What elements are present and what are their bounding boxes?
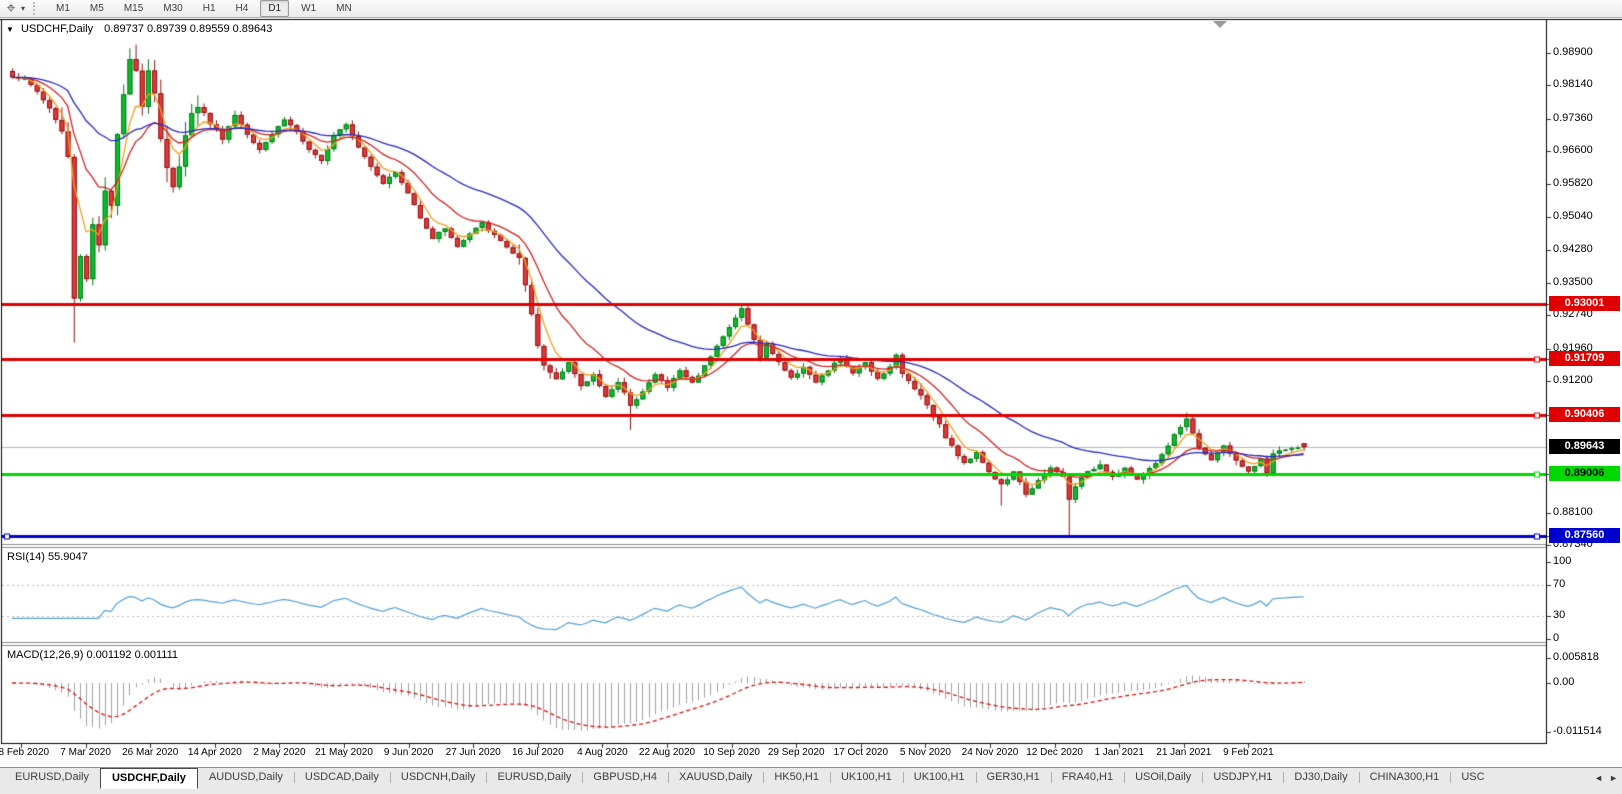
chart-tab-eurusd-daily[interactable]: EURUSD,Daily bbox=[486, 768, 582, 787]
rsi-indicator-label: RSI(14) 55.9047 bbox=[7, 551, 88, 563]
chart-tab-hk50-h1[interactable]: HK50,H1 bbox=[763, 768, 830, 787]
timeframe-toolbar: ⌖ ▾ M1 M5 M15 M30 H1 H4 D1 W1 MN bbox=[0, 0, 1622, 18]
price-line-label[interactable]: 0.90406 bbox=[1549, 407, 1620, 422]
chart-tab-gbpusd-h4[interactable]: GBPUSD,H4 bbox=[582, 768, 668, 787]
price-line-label[interactable]: 0.91709 bbox=[1549, 351, 1620, 366]
price-axis-tick: 0.95820 bbox=[1553, 177, 1593, 189]
chart-tab-usdcad-daily[interactable]: USDCAD,Daily bbox=[293, 768, 390, 787]
date-axis-label: 5 Nov 2020 bbox=[899, 747, 951, 758]
price-line-label[interactable]: 0.89006 bbox=[1549, 466, 1620, 481]
chart-tab-bar: EURUSD,Daily USDCHF,Daily AUDUSD,Daily USDC… bbox=[0, 767, 1622, 794]
date-axis-label: 22 Aug 2020 bbox=[638, 747, 696, 758]
date-axis-label: 16 Jul 2020 bbox=[511, 747, 564, 758]
chart-tab-dj30-daily[interactable]: DJ30,Daily bbox=[1283, 768, 1358, 787]
macd-axis-tick: 0.00 bbox=[1553, 676, 1575, 688]
date-axis-label: 7 Mar 2020 bbox=[60, 747, 111, 758]
date-axis-label: 17 Oct 2020 bbox=[833, 747, 889, 758]
chart-canvas[interactable] bbox=[0, 0, 1622, 794]
price-axis-tick: 0.98140 bbox=[1553, 78, 1593, 90]
chart-tab-uk100-h1[interactable]: UK100,H1 bbox=[829, 768, 903, 787]
price-axis-tick: 0.97360 bbox=[1553, 112, 1593, 124]
symbol-period-label: USDCHF,Daily bbox=[20, 23, 94, 35]
price-axis-tick: 0.96600 bbox=[1553, 144, 1593, 156]
price-line-label[interactable]: 0.87560 bbox=[1549, 528, 1620, 543]
timeframe-button-m15[interactable]: M15 bbox=[116, 0, 151, 17]
chart-tab-usc[interactable]: USC bbox=[1450, 768, 1495, 787]
chart-title: ▼ USDCHF,Daily 0.89737 0.89739 0.89559 0… bbox=[6, 23, 272, 35]
timeframe-button-h1[interactable]: H1 bbox=[195, 0, 224, 17]
timeframe-button-d1[interactable]: D1 bbox=[260, 0, 290, 17]
tab-scroll-right-icon[interactable]: ► bbox=[1609, 773, 1618, 783]
date-axis-label: 21 Jan 2021 bbox=[1156, 747, 1212, 758]
chart-tools-dropdown-caret-icon[interactable]: ▾ bbox=[21, 4, 25, 13]
chart-tab-china300-h1[interactable]: CHINA300,H1 bbox=[1358, 768, 1451, 787]
date-axis-label: 21 May 2020 bbox=[315, 747, 373, 758]
timeframe-button-h4[interactable]: H4 bbox=[228, 0, 257, 17]
macd-axis-tick: -0.011514 bbox=[1553, 725, 1602, 737]
timeframe-button-m30[interactable]: M30 bbox=[155, 0, 190, 17]
chart-tab-usoil-daily[interactable]: USOil,Daily bbox=[1124, 768, 1202, 787]
chart-tab-usdjpy-h1[interactable]: USDJPY,H1 bbox=[1202, 768, 1283, 787]
chart-tab-fra40-h1[interactable]: FRA40,H1 bbox=[1050, 768, 1124, 787]
price-axis-tick: 0.91200 bbox=[1553, 374, 1593, 386]
rsi-axis-tick: 100 bbox=[1553, 555, 1572, 567]
chart-cursor-icon[interactable]: ⌖ bbox=[3, 0, 19, 17]
tab-scroll-arrows: ◄ ► bbox=[1590, 768, 1622, 788]
date-axis-label: 14 Apr 2020 bbox=[187, 747, 242, 758]
price-axis-tick: 0.98900 bbox=[1553, 46, 1593, 58]
rsi-axis-tick: 70 bbox=[1553, 578, 1566, 590]
price-axis-tick: 0.93500 bbox=[1553, 276, 1593, 288]
rsi-axis-tick: 30 bbox=[1553, 609, 1566, 621]
chart-tab-usdchf-daily[interactable]: USDCHF,Daily bbox=[99, 768, 198, 789]
price-line-label[interactable]: 0.93001 bbox=[1549, 296, 1620, 311]
current-price-label: 0.89643 bbox=[1549, 439, 1620, 454]
chart-tab-uk100-h1[interactable]: UK100,H1 bbox=[902, 768, 976, 787]
collapse-caret-icon[interactable]: ▼ bbox=[6, 25, 14, 34]
tab-scroll-left-icon[interactable]: ◄ bbox=[1594, 773, 1603, 783]
date-axis-label: 9 Feb 2021 bbox=[1223, 747, 1274, 758]
rsi-axis-tick: 0 bbox=[1553, 632, 1560, 644]
timeframe-button-w1[interactable]: W1 bbox=[293, 0, 324, 17]
timeframe-button-m5[interactable]: M5 bbox=[82, 0, 112, 17]
date-axis-label: 2 May 2020 bbox=[253, 747, 306, 758]
date-axis-label: 18 Feb 2020 bbox=[0, 747, 50, 758]
date-axis-label: 4 Aug 2020 bbox=[577, 747, 628, 758]
chart-tab-usdcnh-daily[interactable]: USDCNH,Daily bbox=[389, 768, 487, 787]
toolbar-grip-handle[interactable] bbox=[33, 2, 39, 15]
price-axis-tick: 0.95040 bbox=[1553, 210, 1593, 222]
ohlc-values: 0.89737 0.89739 0.89559 0.89643 bbox=[104, 23, 273, 35]
timeframe-button-m1[interactable]: M1 bbox=[48, 0, 78, 17]
macd-indicator-label: MACD(12,26,9) 0.001192 0.001111 bbox=[7, 649, 179, 661]
chart-tab-ger30-h1[interactable]: GER30,H1 bbox=[975, 768, 1051, 787]
timeframe-button-mn[interactable]: MN bbox=[328, 0, 360, 17]
macd-axis-tick: 0.005818 bbox=[1553, 651, 1599, 663]
date-axis-label: 12 Dec 2020 bbox=[1026, 747, 1083, 758]
chart-tab-eurusd-daily[interactable]: EURUSD,Daily bbox=[4, 768, 100, 787]
date-axis-label: 9 Jun 2020 bbox=[383, 747, 434, 758]
price-axis-tick: 0.94280 bbox=[1553, 243, 1593, 255]
date-axis-label: 26 Mar 2020 bbox=[122, 747, 179, 758]
date-axis-label: 1 Jan 2021 bbox=[1094, 747, 1144, 758]
chart-tab-xauusd-daily[interactable]: XAUUSD,Daily bbox=[667, 768, 763, 787]
timeframe-buttons: M1 M5 M15 M30 H1 H4 D1 W1 MN bbox=[48, 0, 364, 17]
date-axis-label: 10 Sep 2020 bbox=[703, 747, 760, 758]
date-axis-label: 24 Nov 2020 bbox=[961, 747, 1019, 758]
chart-tabs: EURUSD,Daily USDCHF,Daily AUDUSD,Daily USDC… bbox=[4, 768, 1590, 790]
trading-terminal: ⌖ ▾ M1 M5 M15 M30 H1 H4 D1 W1 MN ▼ USDCHF,Daily … bbox=[0, 0, 1622, 794]
chart-tab-audusd-daily[interactable]: AUDUSD,Daily bbox=[198, 768, 294, 787]
date-axis-label: 29 Sep 2020 bbox=[767, 747, 825, 758]
price-axis-tick: 0.88100 bbox=[1553, 506, 1593, 518]
chart-shift-marker-icon[interactable] bbox=[1213, 21, 1227, 28]
date-axis-label: 27 Jun 2020 bbox=[445, 747, 501, 758]
